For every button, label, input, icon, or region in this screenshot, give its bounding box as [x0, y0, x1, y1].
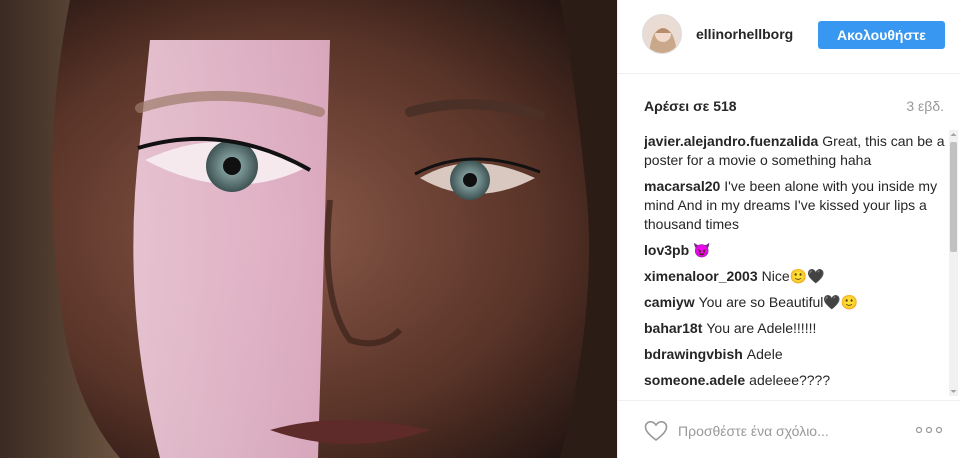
avatar-image: [643, 15, 681, 53]
comment-text: You are so Beautiful🖤🙂: [698, 294, 859, 310]
follow-button[interactable]: Ακολουθήστε: [818, 21, 945, 49]
portrait-image: [0, 0, 617, 458]
more-options-icon[interactable]: [915, 423, 943, 437]
likes-row: Αρέσει σε 518 3 εβδ.: [644, 98, 944, 118]
comment-item: javier.alejandro.fuenzalida Great, this c…: [644, 132, 946, 170]
comments-scrollbar[interactable]: [949, 130, 958, 396]
comment-item: bahar18t You are Adele!!!!!!: [644, 319, 946, 338]
scroll-thumb[interactable]: [950, 142, 957, 252]
comment-username[interactable]: javier.alejandro.fuenzalida: [644, 133, 818, 149]
comment-bar: [618, 400, 960, 458]
comment-text: adeleee????: [749, 372, 831, 388]
post-header: ellinorhellborg Ακολουθήστε: [618, 0, 960, 74]
comment-username[interactable]: lov3pb: [644, 242, 689, 258]
comment-item: macarsal20 I've been alone with you insid…: [644, 177, 946, 234]
comment-username[interactable]: camiyw: [644, 294, 695, 310]
comments-list[interactable]: javier.alejandro.fuenzalida Great, this c…: [644, 132, 946, 394]
comment-text: Adele: [746, 346, 783, 362]
username-link[interactable]: ellinorhellborg: [696, 26, 793, 42]
avatar[interactable]: [642, 14, 682, 54]
likes-count[interactable]: Αρέσει σε 518: [644, 98, 737, 114]
comment-item: lov3pb 😈: [644, 241, 946, 260]
comment-username[interactable]: macarsal20: [644, 178, 720, 194]
comment-item: someone.adele adeleee????: [644, 371, 946, 390]
comment-item: ximenaloor_2003 Nice🙂🖤: [644, 267, 946, 286]
comment-item: camiyw You are so Beautiful🖤🙂: [644, 293, 946, 312]
scroll-down-icon[interactable]: [949, 387, 958, 396]
comment-input[interactable]: [678, 419, 888, 443]
comment-username[interactable]: ximenaloor_2003: [644, 268, 758, 284]
scroll-up-icon[interactable]: [949, 130, 958, 139]
comment-text: You are Adele!!!!!!: [706, 320, 817, 336]
comment-username[interactable]: someone.adele: [644, 372, 745, 388]
post-photo[interactable]: [0, 0, 617, 458]
heart-outline-icon[interactable]: [644, 420, 668, 442]
comment-username[interactable]: bdrawingvbish: [644, 346, 743, 362]
post-sidebar: ellinorhellborg Ακολουθήστε Αρέσει σε 51…: [617, 0, 960, 458]
comment-item: bdrawingvbish Adele: [644, 345, 946, 364]
comment-text: 😈: [693, 242, 711, 258]
comment-text: Nice🙂🖤: [761, 268, 825, 284]
comment-username[interactable]: bahar18t: [644, 320, 702, 336]
post-timestamp[interactable]: 3 εβδ.: [906, 98, 944, 114]
